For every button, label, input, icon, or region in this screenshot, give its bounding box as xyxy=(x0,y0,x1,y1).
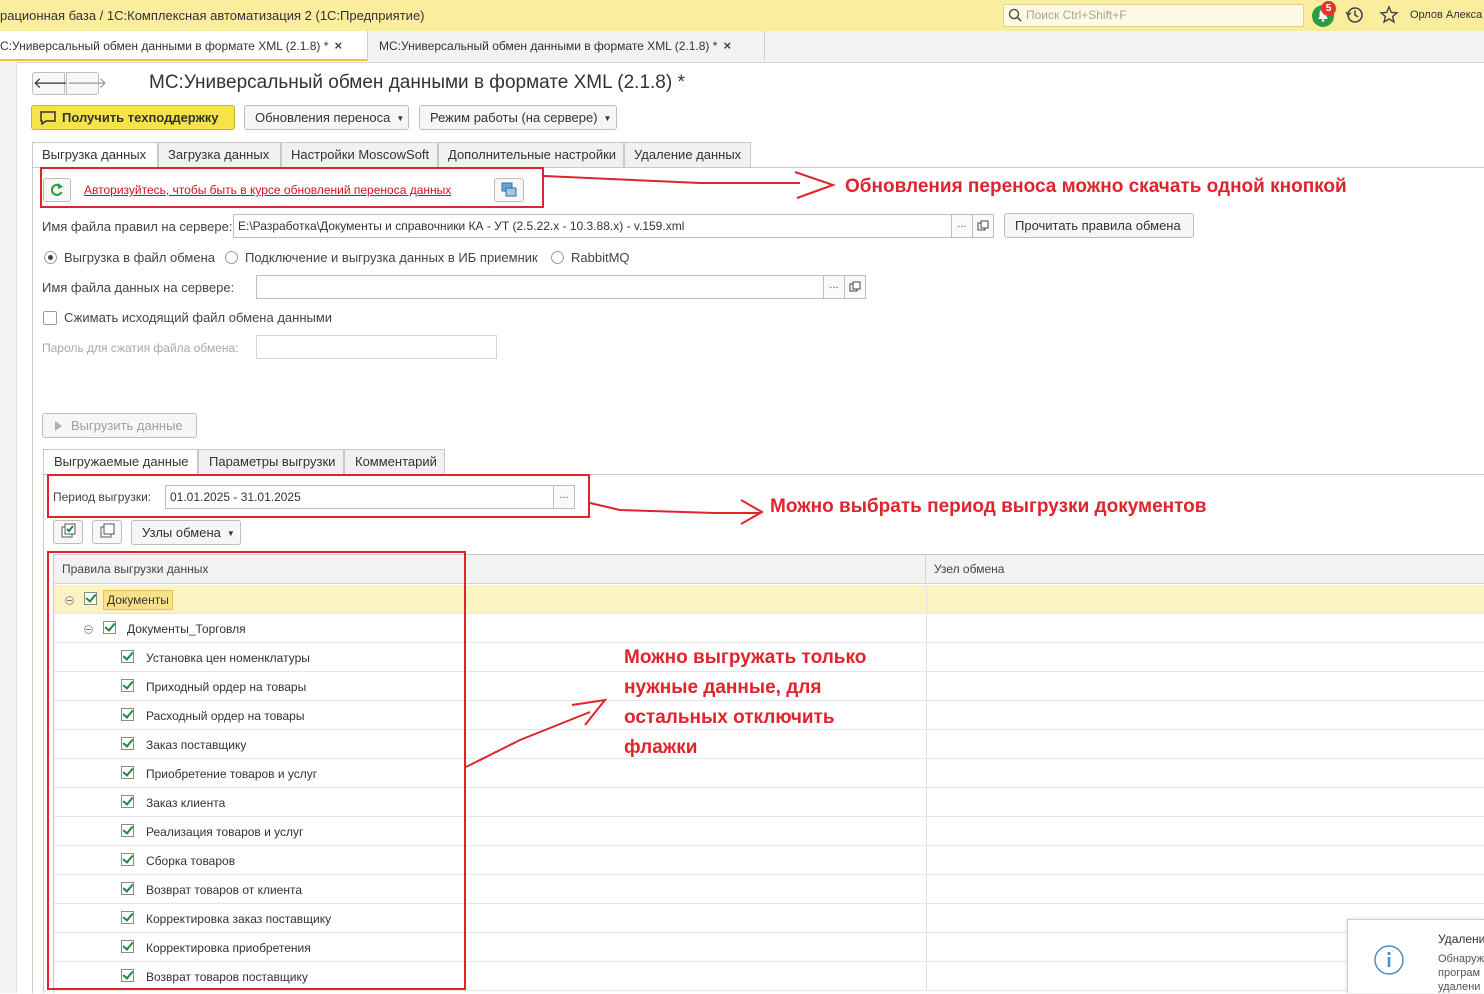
rules-file-select-button[interactable]: ... xyxy=(951,214,973,238)
exchange-nodes-dropdown[interactable]: Узлы обмена ▼ xyxy=(131,520,241,545)
close-icon[interactable]: × xyxy=(334,38,342,53)
page-title: МС:Универсальный обмен данными в формате… xyxy=(149,72,685,93)
tab-import-data[interactable]: Загрузка данных xyxy=(158,142,281,167)
radio-connect-export[interactable] xyxy=(225,251,238,264)
get-support-label: Получить техподдержку xyxy=(62,110,219,125)
rules-file-field[interactable]: E:\Разработка\Документы и справочники КА… xyxy=(233,214,952,238)
data-file-select-button[interactable]: ... xyxy=(823,275,845,299)
speech-bubble-icon xyxy=(40,111,56,125)
tab-additional-settings[interactable]: Дополнительные настройки xyxy=(438,142,624,167)
rules-file-label: Имя файла правил на сервере: xyxy=(42,219,233,234)
check-all-button[interactable] xyxy=(53,520,83,544)
open-window-icon xyxy=(977,220,989,231)
app-title: рационная база / 1С:Комплексная автомати… xyxy=(0,8,425,23)
export-data-label: Выгрузить данные xyxy=(71,418,183,433)
search-placeholder: Поиск Ctrl+Shift+F xyxy=(1026,8,1127,22)
check-all-icon xyxy=(61,523,76,538)
get-support-button[interactable]: Получить техподдержку xyxy=(31,105,235,130)
column-header-node[interactable]: Узел обмена xyxy=(926,555,1484,584)
open-icon[interactable] xyxy=(972,214,994,238)
window-tab-label: МС:Универсальный обмен данными в формате… xyxy=(379,39,718,53)
left-panel-strip xyxy=(0,62,17,993)
exchange-nodes-label: Узлы обмена xyxy=(142,525,221,540)
tab-export-parameters[interactable]: Параметры выгрузки xyxy=(198,449,344,474)
uncheck-all-button[interactable] xyxy=(92,520,122,544)
work-mode-label: Режим работы (на сервере) xyxy=(430,110,598,125)
notification-body-line: удалени xyxy=(1438,981,1481,993)
chevron-down-icon: ▼ xyxy=(603,114,612,123)
search-icon xyxy=(1008,8,1022,22)
tab-comment[interactable]: Комментарий xyxy=(344,449,445,474)
export-data-button[interactable]: Выгрузить данные xyxy=(42,413,197,438)
transfer-updates-dropdown[interactable]: Обновления переноса ▼ xyxy=(244,105,409,130)
history-icon[interactable] xyxy=(1345,5,1365,25)
uncheck-all-icon xyxy=(100,523,115,538)
annotation-box-period xyxy=(47,474,590,518)
annotation-period: Можно выбрать период выгрузки документов xyxy=(770,496,1207,517)
compress-checkbox[interactable] xyxy=(43,311,57,325)
compress-label[interactable]: Сжимать исходящий файл обмена данными xyxy=(64,310,332,325)
favorites-star-icon[interactable] xyxy=(1379,5,1399,25)
annotation-flags-line: нужные данные, для xyxy=(624,677,822,698)
back-arrow-icon[interactable]: 🡐 xyxy=(32,72,73,95)
window-tab[interactable]: МС:Универсальный обмен данными в формате… xyxy=(369,31,765,61)
tab-delete-data[interactable]: Удаление данных xyxy=(624,142,751,167)
data-file-field[interactable] xyxy=(256,275,824,299)
notification-count-badge: 5 xyxy=(1321,1,1336,16)
tab-exported-data[interactable]: Выгружаемые данные xyxy=(43,449,198,475)
notification-popup[interactable]: Удалени Обнаруж програм удалени xyxy=(1347,919,1484,993)
open-window-icon xyxy=(849,281,861,292)
password-label: Пароль для сжатия файла обмена: xyxy=(42,341,239,355)
annotation-flags: Можно выгружать только нужные данные, дл… xyxy=(624,643,866,763)
data-file-label: Имя файла данных на сервере: xyxy=(42,280,235,295)
radio-rabbitmq-label[interactable]: RabbitMQ xyxy=(571,250,630,265)
password-field[interactable] xyxy=(256,335,497,359)
notification-body-line: Обнаруж xyxy=(1438,953,1484,965)
forward-arrow-icon[interactable]: 🡒 xyxy=(66,72,107,95)
transfer-updates-label: Обновления переноса xyxy=(255,110,391,125)
radio-connect-export-label[interactable]: Подключение и выгрузка данных в ИБ прием… xyxy=(245,250,538,265)
play-icon xyxy=(55,421,62,431)
notification-body: Обнаруж програм удалени xyxy=(1438,952,1484,994)
chevron-down-icon: ▼ xyxy=(226,529,235,538)
notification-body-line: програм xyxy=(1438,967,1481,979)
annotation-box-updates xyxy=(40,167,544,208)
read-rules-button[interactable]: Прочитать правила обмена xyxy=(1004,213,1194,238)
tab-moscowsoft-settings[interactable]: Настройки MoscowSoft xyxy=(281,142,438,167)
close-icon[interactable]: × xyxy=(723,38,731,53)
annotation-flags-line: флажки xyxy=(624,737,698,758)
info-icon xyxy=(1374,945,1404,975)
user-name[interactable]: Орлов Алекса xyxy=(1410,9,1482,21)
window-tab-label: С:Универсальный обмен данными в формате … xyxy=(0,39,329,53)
window-tab-active[interactable]: С:Универсальный обмен данными в формате … xyxy=(0,31,368,61)
chevron-down-icon: ▼ xyxy=(396,114,405,123)
work-mode-dropdown[interactable]: Режим работы (на сервере) ▼ xyxy=(419,105,617,130)
annotation-box-rules xyxy=(47,551,466,990)
window-tabs: С:Универсальный обмен данными в формате … xyxy=(0,31,1484,63)
annotation-flags-line: остальных отключить xyxy=(624,707,835,728)
radio-export-file[interactable] xyxy=(44,251,57,264)
annotation-updates: Обновления переноса можно скачать одной … xyxy=(845,176,1347,197)
tab-export-data[interactable]: Выгрузка данных xyxy=(32,142,158,168)
open-icon[interactable] xyxy=(844,275,866,299)
notification-title: Удалени xyxy=(1438,932,1484,946)
annotation-flags-line: Можно выгружать только xyxy=(624,647,867,668)
radio-rabbitmq[interactable] xyxy=(551,251,564,264)
search-input[interactable]: Поиск Ctrl+Shift+F xyxy=(1003,4,1304,27)
radio-export-file-label[interactable]: Выгрузка в файл обмена xyxy=(64,250,215,265)
